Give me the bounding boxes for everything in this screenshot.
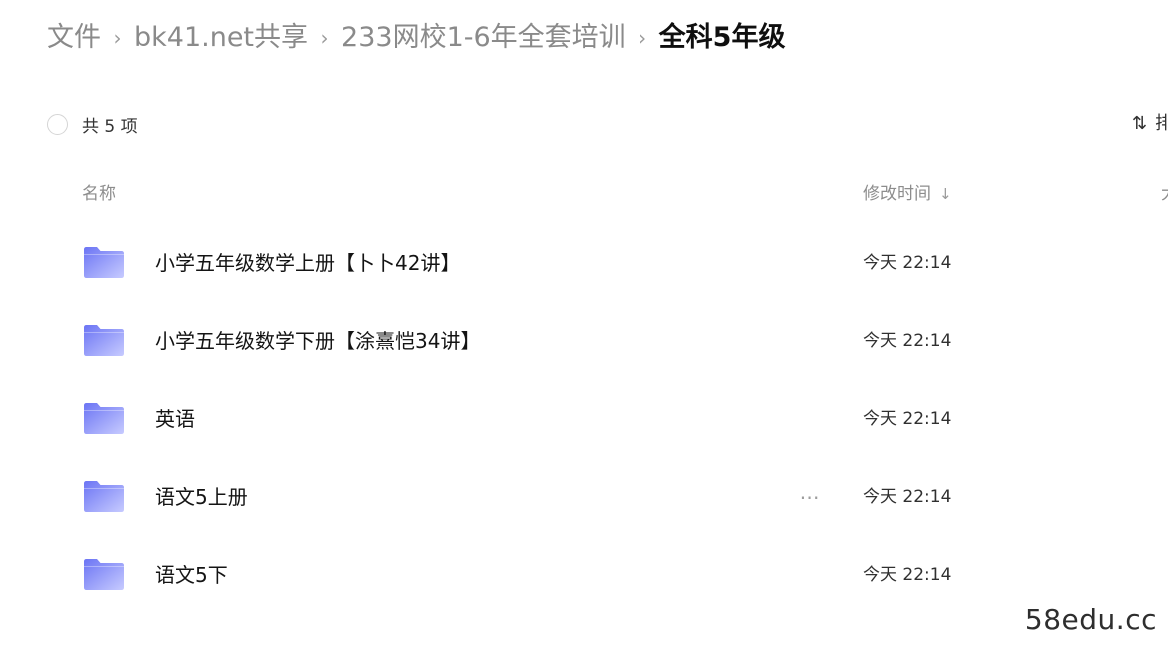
sort-button[interactable]: ⇅ 排 bbox=[1132, 112, 1168, 136]
sort-down-icon: ↓ bbox=[939, 185, 952, 203]
breadcrumb-item-training[interactable]: 233网校1-6年全套培训 bbox=[341, 18, 626, 58]
file-list-header: 名称 修改时间 ↓ 大 bbox=[82, 181, 1168, 207]
folder-name: 语文5上册 bbox=[155, 485, 248, 509]
folder-name: 语文5下 bbox=[155, 563, 228, 587]
file-list: 小学五年级数学上册【卜卜42讲】 今天 22:14 小学五年级数学下册【涂熹恺3… bbox=[0, 224, 1168, 614]
folder-row[interactable]: 小学五年级数学上册【卜卜42讲】 今天 22:14 bbox=[0, 224, 1168, 302]
breadcrumb-item-share[interactable]: bk41.net共享 bbox=[134, 18, 308, 58]
folder-icon bbox=[84, 481, 124, 512]
sort-label: 排 bbox=[1155, 113, 1168, 134]
size-column-header[interactable]: 大 bbox=[1161, 181, 1168, 207]
folder-row[interactable]: 小学五年级数学下册【涂熹恺34讲】 今天 22:14 bbox=[0, 302, 1168, 380]
breadcrumb-separator: › bbox=[320, 26, 329, 50]
folder-icon bbox=[84, 559, 124, 590]
item-count: 共 5 项 bbox=[82, 116, 138, 137]
breadcrumb-item-files[interactable]: 文件 bbox=[47, 18, 101, 58]
modified-time: 今天 22:14 bbox=[863, 409, 952, 429]
breadcrumb-separator: › bbox=[638, 26, 647, 50]
modified-time: 今天 22:14 bbox=[863, 565, 952, 585]
breadcrumb: 文件 › bk41.net共享 › 233网校1-6年全套培训 › 全科5年级 bbox=[47, 18, 785, 58]
modified-column-header[interactable]: 修改时间 ↓ bbox=[863, 181, 952, 207]
modified-time: 今天 22:14 bbox=[863, 253, 952, 273]
selection-summary: 共 5 项 ⇅ 排 bbox=[47, 112, 1168, 137]
folder-row[interactable]: 英语 今天 22:14 bbox=[0, 380, 1168, 458]
breadcrumb-current-folder: 全科5年级 bbox=[658, 22, 786, 53]
folder-icon bbox=[84, 247, 124, 278]
modified-column-label: 修改时间 bbox=[863, 184, 931, 204]
modified-time: 今天 22:14 bbox=[863, 331, 952, 351]
folder-row[interactable]: 语文5下 今天 22:14 bbox=[0, 536, 1168, 614]
folder-name: 小学五年级数学上册【卜卜42讲】 bbox=[155, 251, 461, 275]
folder-icon bbox=[84, 325, 124, 356]
folder-name: 英语 bbox=[155, 407, 195, 431]
watermark: 58edu.cc bbox=[1024, 603, 1157, 636]
more-horizontal-icon[interactable]: ⋯ bbox=[796, 483, 824, 511]
name-column-header[interactable]: 名称 bbox=[82, 181, 116, 207]
folder-name: 小学五年级数学下册【涂熹恺34讲】 bbox=[155, 329, 481, 353]
sort-icon: ⇅ bbox=[1132, 113, 1148, 134]
breadcrumb-separator: › bbox=[113, 26, 122, 50]
folder-icon bbox=[84, 403, 124, 434]
folder-row[interactable]: 语文5上册 ⋯ 今天 22:14 bbox=[0, 458, 1168, 536]
select-all-circle-icon[interactable] bbox=[47, 113, 68, 135]
modified-time: 今天 22:14 bbox=[863, 487, 952, 507]
